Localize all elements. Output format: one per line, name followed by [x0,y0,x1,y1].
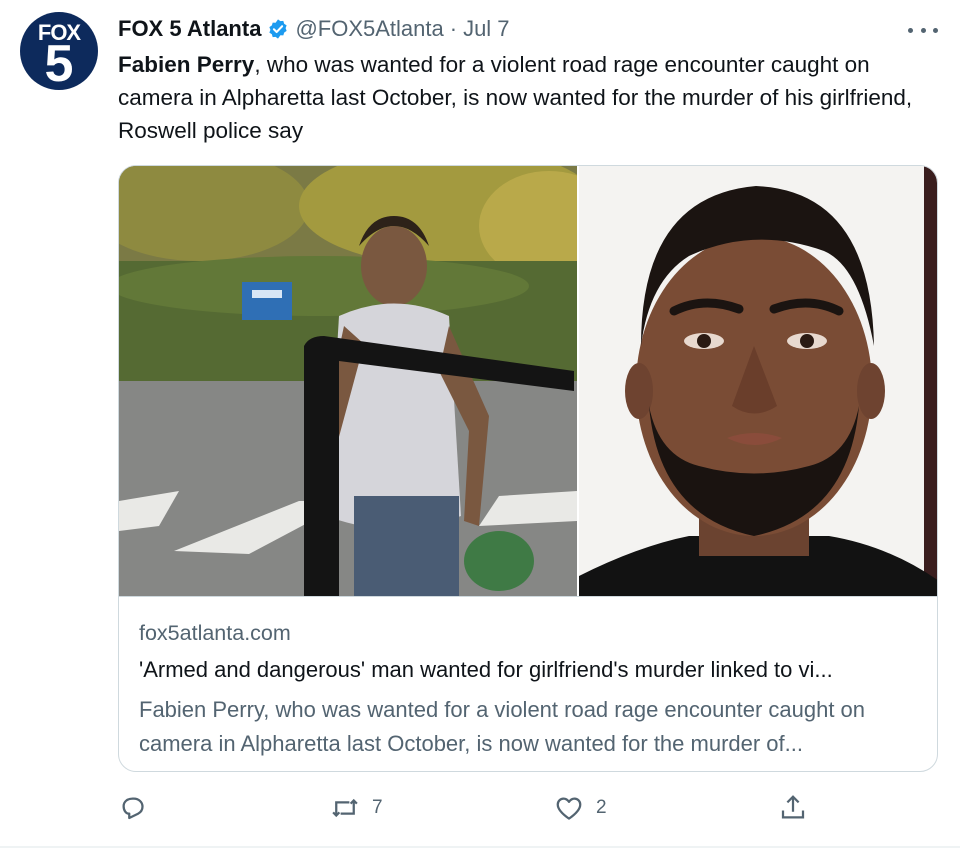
reply-icon [122,797,144,820]
retweet-button[interactable]: 7 [330,788,383,828]
tweet-actions: 7 2 [118,788,938,828]
more-dot [920,27,926,33]
account-name[interactable]: FOX 5 Atlanta [118,16,261,42]
like-button[interactable]: 2 [554,788,607,828]
link-card[interactable]: fox5atlanta.com 'Armed and dangerous' ma… [118,165,938,772]
account-handle[interactable]: @FOX5Atlanta [295,16,443,42]
card-description: Fabien Perry, who was wanted for a viole… [139,697,866,756]
tweet-text: Fabien Perry, who was wanted for a viole… [118,48,938,147]
tweet-bold-name: Fabien Perry [118,52,255,77]
more-dot [908,27,913,33]
tweet-date[interactable]: Jul 7 [463,16,509,42]
avatar-logo-number: 5 [44,35,74,90]
share-icon [781,795,805,819]
share-button[interactable] [778,788,808,828]
reply-button[interactable] [118,788,148,828]
card-image-mugshot [579,166,937,596]
card-domain: fox5atlanta.com [139,621,291,645]
retweet-count: 7 [372,797,383,818]
mugshot-illustration [579,166,937,596]
tweet-header: FOX 5 Atlanta @FOX5Atlanta · Jul 7 [118,14,510,44]
card-meta: fox5atlanta.com 'Armed and dangerous' ma… [119,596,937,771]
card-title[interactable]: 'Armed and dangerous' man wanted for gir… [139,657,919,683]
verified-badge-icon [269,19,288,39]
video-still-illustration [119,166,577,596]
more-dot [933,27,938,33]
avatar[interactable]: FOX 5 [20,12,98,90]
header-separator: · [449,16,458,41]
more-options-icon[interactable] [908,18,938,42]
retweet-icon [332,798,358,818]
card-image-video-still [119,166,577,596]
heart-icon [556,797,582,820]
like-count: 2 [596,797,607,818]
